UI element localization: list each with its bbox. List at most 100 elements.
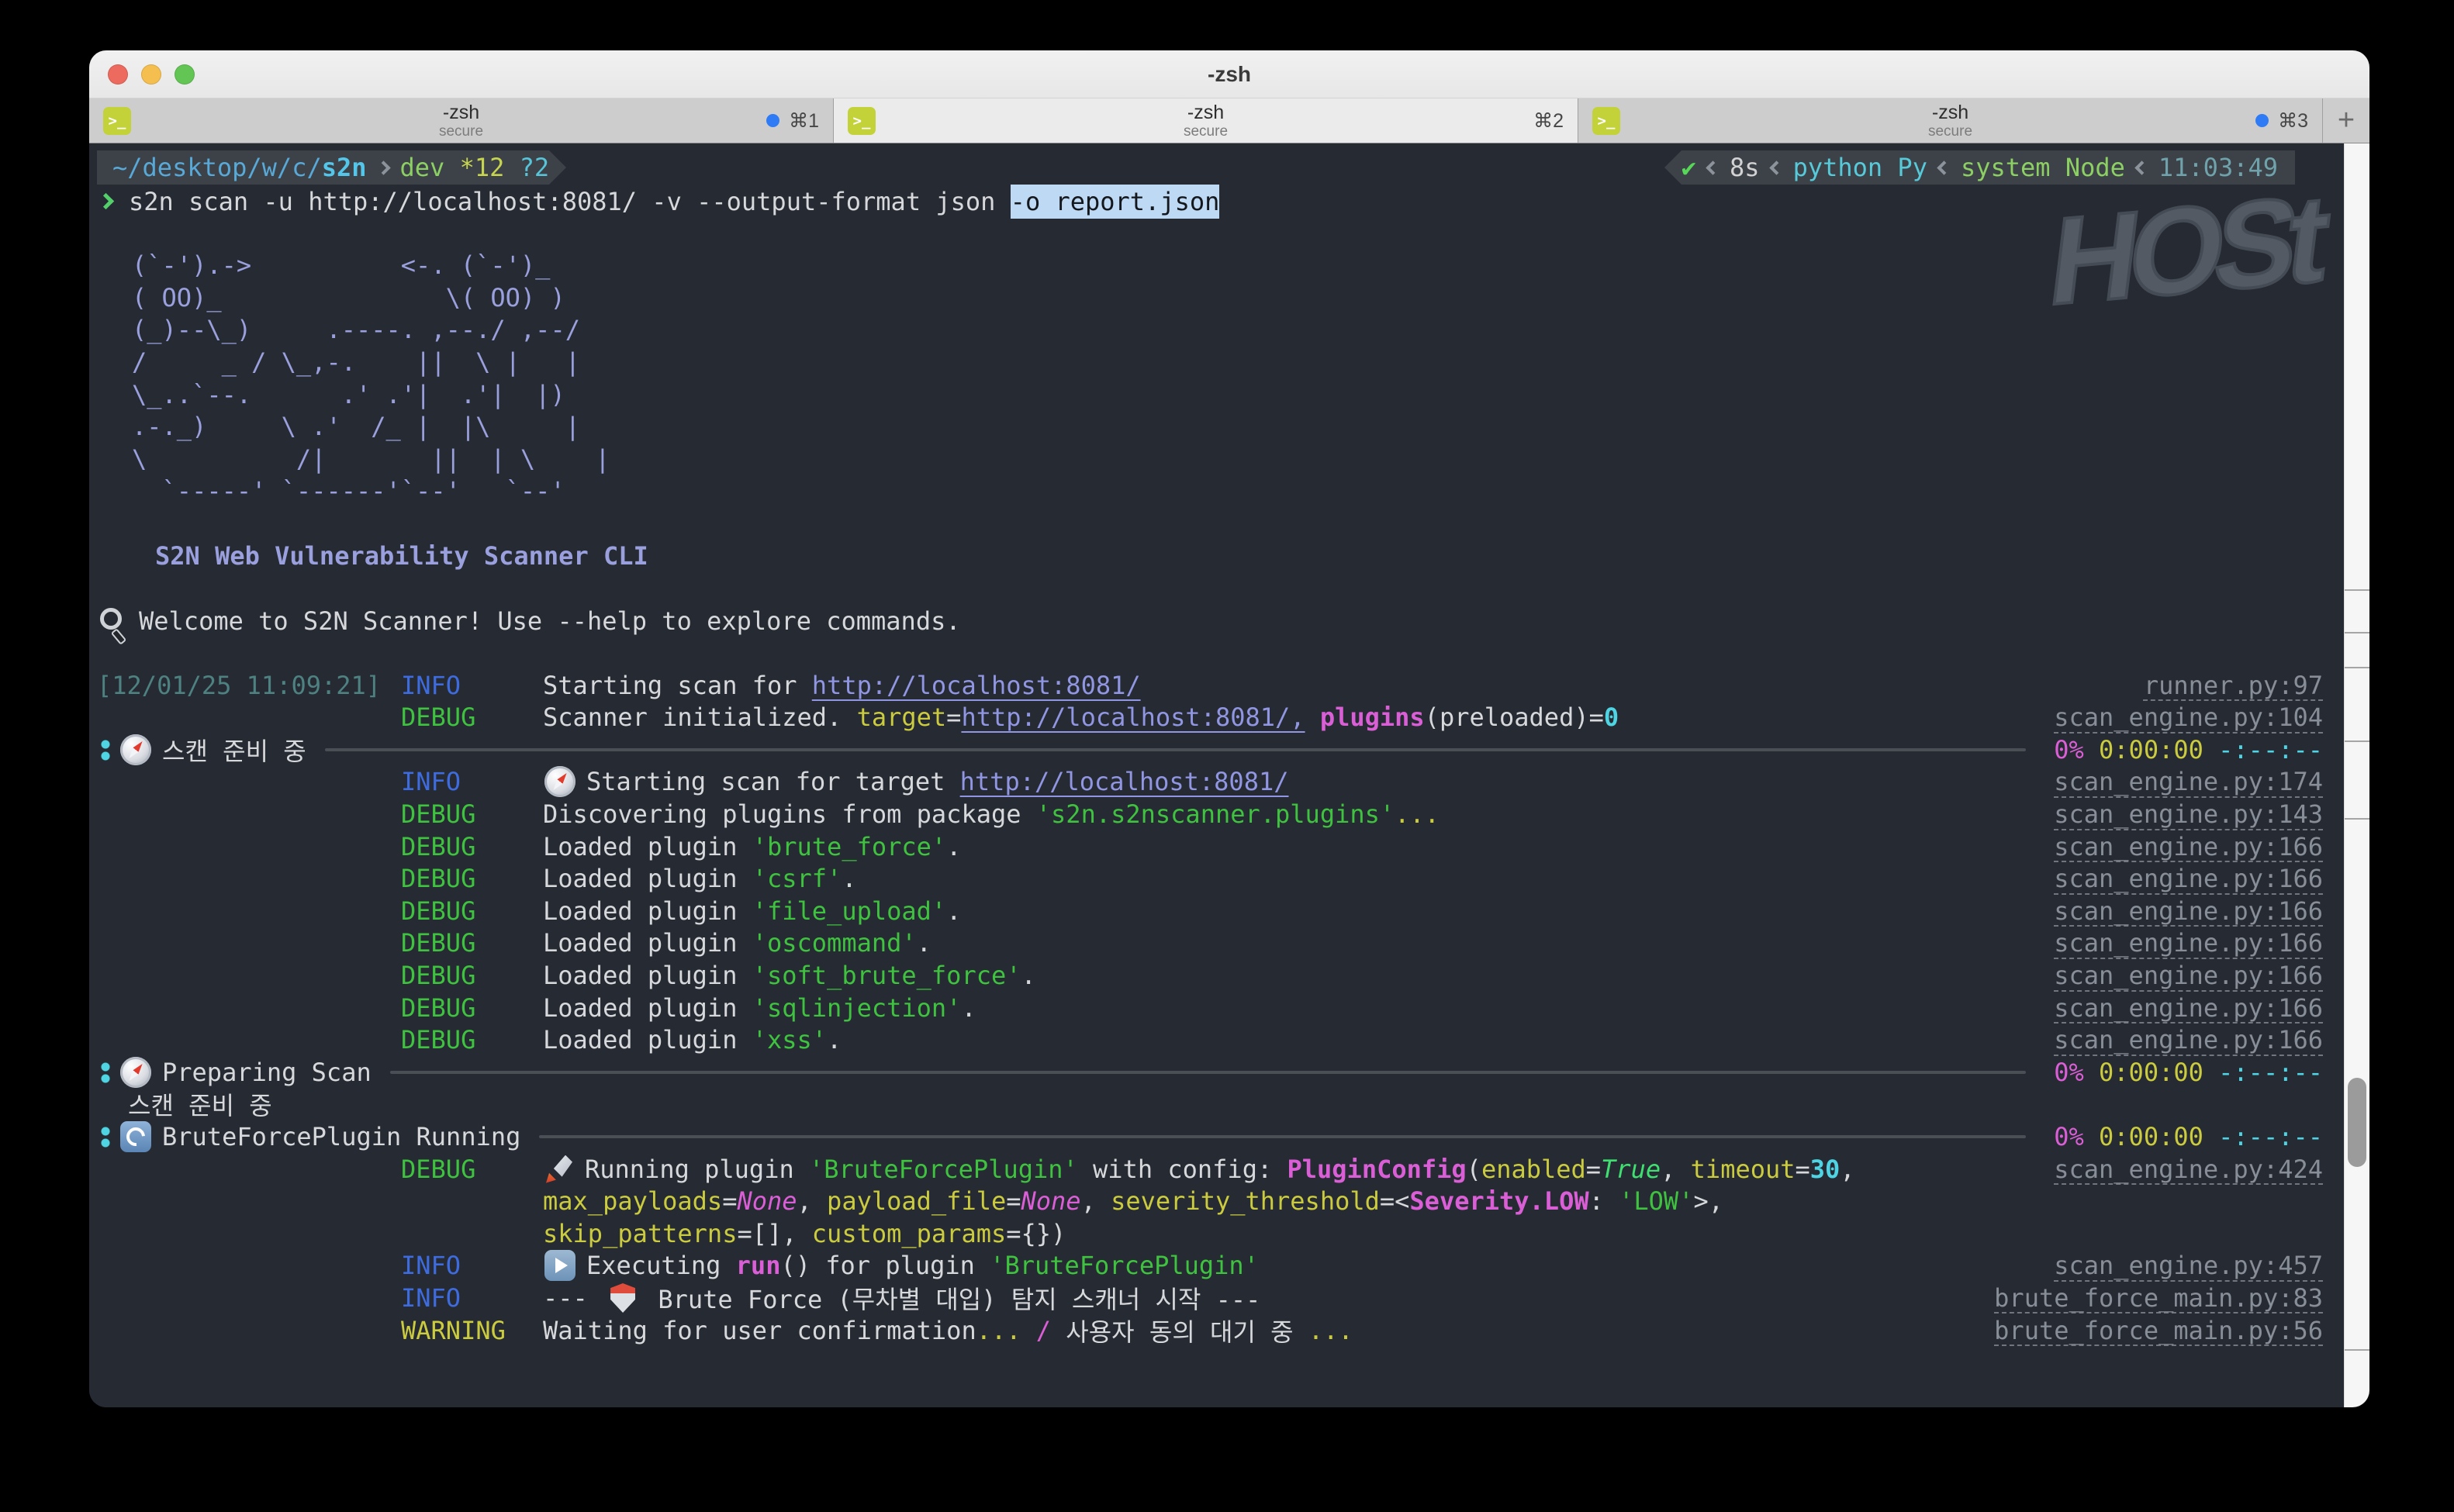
log-message: Loaded plugin 'xss'. [543,1025,842,1055]
terminal-icon: >_ [848,107,876,135]
log-row: DEBUGLoaded plugin 'xss'. scan_engine.py:… [97,1024,2323,1056]
source-file-ref: scan_engine.py:166 [2054,864,2323,893]
progress-stats: 0% 0:00:00 -:--:-- [2054,1122,2323,1151]
log-row: INFOStarting scan for target http://loca… [97,766,2323,799]
title-bar: -zsh [89,50,2369,98]
icon-rocket-icon [544,1154,575,1185]
log-row: DEBUGLoaded plugin 'soft_brute_force'. sc… [97,959,2323,992]
progress-label: Preparing Scan [162,1058,372,1087]
plain-row: 스캔 준비 중 [97,1089,2323,1121]
minimize-button[interactable] [141,64,161,85]
terminal-screen: HOSt ~/desktop/w/c/s2ndev *12 ?2 ✔8spyth… [89,143,2369,1407]
spinner-icon [100,1061,111,1084]
command-line[interactable]: s2n scan -u http://localhost:8081/ -v --… [97,185,2323,218]
icon-play-icon [544,1250,575,1281]
tab-1[interactable]: >_ -zsh secure ⌘1 [89,98,834,143]
progress-bar [390,1071,2027,1074]
log-level: DEBUG [401,832,543,861]
powerline-arrow-icon [549,150,566,185]
tab-bar: >_ -zsh secure ⌘1 >_ -zsh secure ⌘2 >_ - [89,98,2369,143]
chev-l-icon [1937,161,1951,174]
log-level: DEBUG [401,702,543,732]
log-message: Loaded plugin 'soft_brute_force'. [543,961,1036,990]
scroll-mark [2345,632,2369,633]
new-tab-button[interactable]: + [2323,98,2369,143]
log-row: WARNINGWaiting for user confirmation... … [97,1314,2323,1347]
icon-compass-icon [120,1057,151,1088]
log-row: DEBUGLoaded plugin 'sqlinjection'.scan_e… [97,992,2323,1024]
log-message: Starting scan for target http://localhos… [543,766,1288,797]
progress-row: BruteForcePlugin Running0% 0:00:00 -:--:… [97,1120,2323,1153]
log-level: DEBUG [401,896,543,926]
chev-r-icon [376,161,390,174]
shell-prompt-bar: ~/desktop/w/c/s2ndev *12 ?2 ✔8spython Py… [97,150,2323,185]
scrollbar-thumb[interactable] [2348,1078,2366,1167]
tab-shortcut: ⌘2 [1533,109,1564,133]
banner-row: S2N Web Vulnerability Scanner CLI [97,540,2323,573]
icon-shield-icon [610,1283,635,1313]
log-row: INFOExecuting run() for plugin 'BruteFor… [97,1250,2323,1282]
tab-title: -zsh [1928,102,1972,123]
source-file-ref: scan_engine.py:166 [2054,1025,2323,1055]
source-file-ref: brute_force_main.py:83 [1994,1283,2323,1313]
log-level: DEBUG [401,864,543,893]
tab-title: -zsh [439,102,483,123]
log-message: Loaded plugin 'csrf'. [543,864,857,893]
log-row: DEBUGScanner initialized. target=http://… [97,702,2323,734]
progress-row: 스캔 준비 중0% 0:00:00 -:--:-- [97,734,2323,766]
log-area: [12/01/25 11:09:21]INFOStarting scan for… [97,669,2323,1346]
log-message: Loaded plugin 'sqlinjection'. [543,993,976,1023]
log-row: [12/01/25 11:09:21]INFOStarting scan for… [97,669,2323,702]
app-banner: S2N Web Vulnerability Scanner CLI [97,541,648,571]
log-level: DEBUG [401,961,543,990]
source-file-ref: scan_engine.py:174 [2054,767,2323,796]
log-message: Scanner initialized. target=http://local… [543,702,1619,732]
zoom-button[interactable] [175,64,195,85]
log-level: DEBUG [401,1025,543,1055]
log-row: DEBUGLoaded plugin 'file_upload'.scan_en… [97,895,2323,927]
terminal-icon: >_ [103,107,131,135]
scroll-mark [2345,667,2369,668]
spinner-icon [100,738,111,761]
terminal-window: -zsh >_ -zsh secure ⌘1 >_ -zsh secure ⌘2 [89,50,2369,1407]
terminal-icon: >_ [1592,107,1620,135]
log-row: DEBUGRunning plugin 'BruteForcePlugin' w… [97,1153,2323,1186]
terminal-content: ~/desktop/w/c/s2ndev *12 ?2 ✔8spython Py… [97,148,2323,1407]
chev-l-icon [1706,161,1720,174]
source-file-ref: scan_engine.py:104 [2054,702,2323,732]
source-file-ref: scan_engine.py:166 [2054,928,2323,958]
log-message: skip_patterns=[], custom_params={}) [543,1219,1066,1248]
close-button[interactable] [108,64,128,85]
source-file-ref: scan_engine.py:143 [2054,799,2323,829]
source-file-ref: scan_engine.py:457 [2054,1251,2323,1280]
scrollbar-track[interactable] [2344,143,2369,1407]
tab-3[interactable]: >_ -zsh secure ⌘3 [1578,98,2323,143]
window-title: -zsh [89,62,2369,87]
source-file-ref: scan_engine.py:166 [2054,993,2323,1023]
tab-title: -zsh [1184,102,1228,123]
progress-stats: 0% 0:00:00 -:--:-- [2054,735,2323,765]
log-row: DEBUGLoaded plugin 'csrf'. scan_engine.py… [97,862,2323,895]
scroll-mark [2345,1349,2369,1351]
log-level: DEBUG [401,799,543,829]
scroll-mark [2345,740,2369,742]
source-file-ref: scan_engine.py:166 [2054,961,2323,990]
chev-l-icon [2134,161,2148,174]
ascii-art-logo: (`-').-> <-. (`-')_ ( OO)_ \( OO) ) (_)-… [97,250,2323,508]
progress-bar [325,748,2026,751]
tab-subtitle: secure [439,123,483,140]
prompt-path-segment: ~/desktop/w/c/s2ndev *12 ?2 [97,150,549,185]
scroll-mark [2345,589,2369,591]
source-file-ref: brute_force_main.py:56 [1994,1316,2323,1345]
log-row: DEBUGDiscovering plugins from package 's… [97,798,2323,830]
icon-compass-icon [120,734,151,765]
activity-dot-icon [2255,114,2269,127]
chev-l-icon [1769,161,1783,174]
prompt-status-segment: ✔8spython Pysystem Node11:03:49 [1682,150,2295,185]
log-level: INFO [401,767,543,796]
log-message: Starting scan for http://localhost:8081/ [543,671,1141,700]
tab-2-active[interactable]: >_ -zsh secure ⌘2 [834,98,1578,143]
log-message: max_payloads=None, payload_file=None, se… [543,1186,1723,1216]
log-message: Loaded plugin 'file_upload'. [543,896,961,926]
spinner-icon [100,1125,111,1148]
